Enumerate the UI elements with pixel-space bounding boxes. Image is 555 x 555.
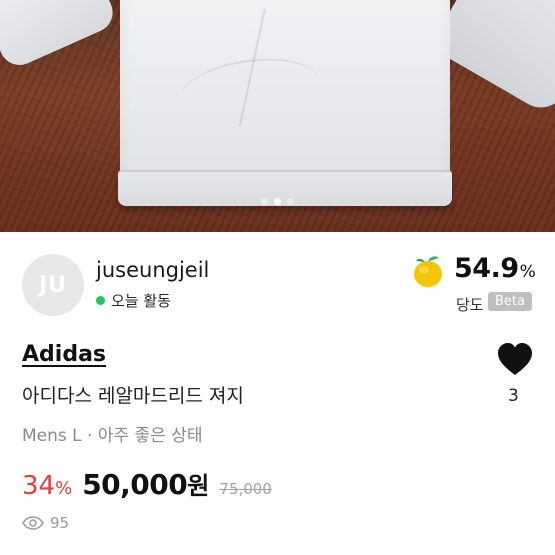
pagination-dot-active[interactable] [274,198,281,205]
price-row: 34 % 50,000 원 75,000 [22,466,272,501]
sale-price: 50,000 [82,468,188,501]
beta-badge: Beta [488,292,532,311]
like-button[interactable] [495,340,535,380]
heart-icon [498,343,532,375]
product-condition: Mens L · 아주 좋은 상태 [22,426,203,446]
avatar-initials: JU [38,272,68,298]
trust-score[interactable]: 54.9% [454,253,536,284]
trust-score-value: 54.9 [454,253,519,284]
eye-icon [22,516,44,530]
pagination-dot[interactable] [261,198,268,205]
product-photo[interactable] [0,0,555,232]
discount-unit: % [55,478,73,499]
view-count-value: 95 [50,514,70,532]
trust-score-unit: % [519,262,536,282]
lemon-icon [414,256,442,287]
discount-rate: 34 [22,471,56,501]
seller-status-label: 오늘 활동 [111,292,171,310]
brand-link[interactable]: Adidas [22,342,106,367]
like-count: 3 [508,386,519,406]
product-title: 아디다스 레알마드리드 져지 [22,385,244,407]
view-count: 95 [22,514,69,532]
seller-name[interactable]: juseungjeil [96,258,209,282]
price-currency: 원 [187,472,210,500]
seller-avatar[interactable]: JU [22,254,84,316]
trust-score-label: 당도 [456,296,484,314]
gallery-pagination[interactable] [0,198,555,205]
original-price: 75,000 [219,480,272,498]
pagination-dot[interactable] [287,198,294,205]
online-indicator-icon [96,296,105,305]
seller-activity-status: 오늘 활동 [96,290,171,311]
